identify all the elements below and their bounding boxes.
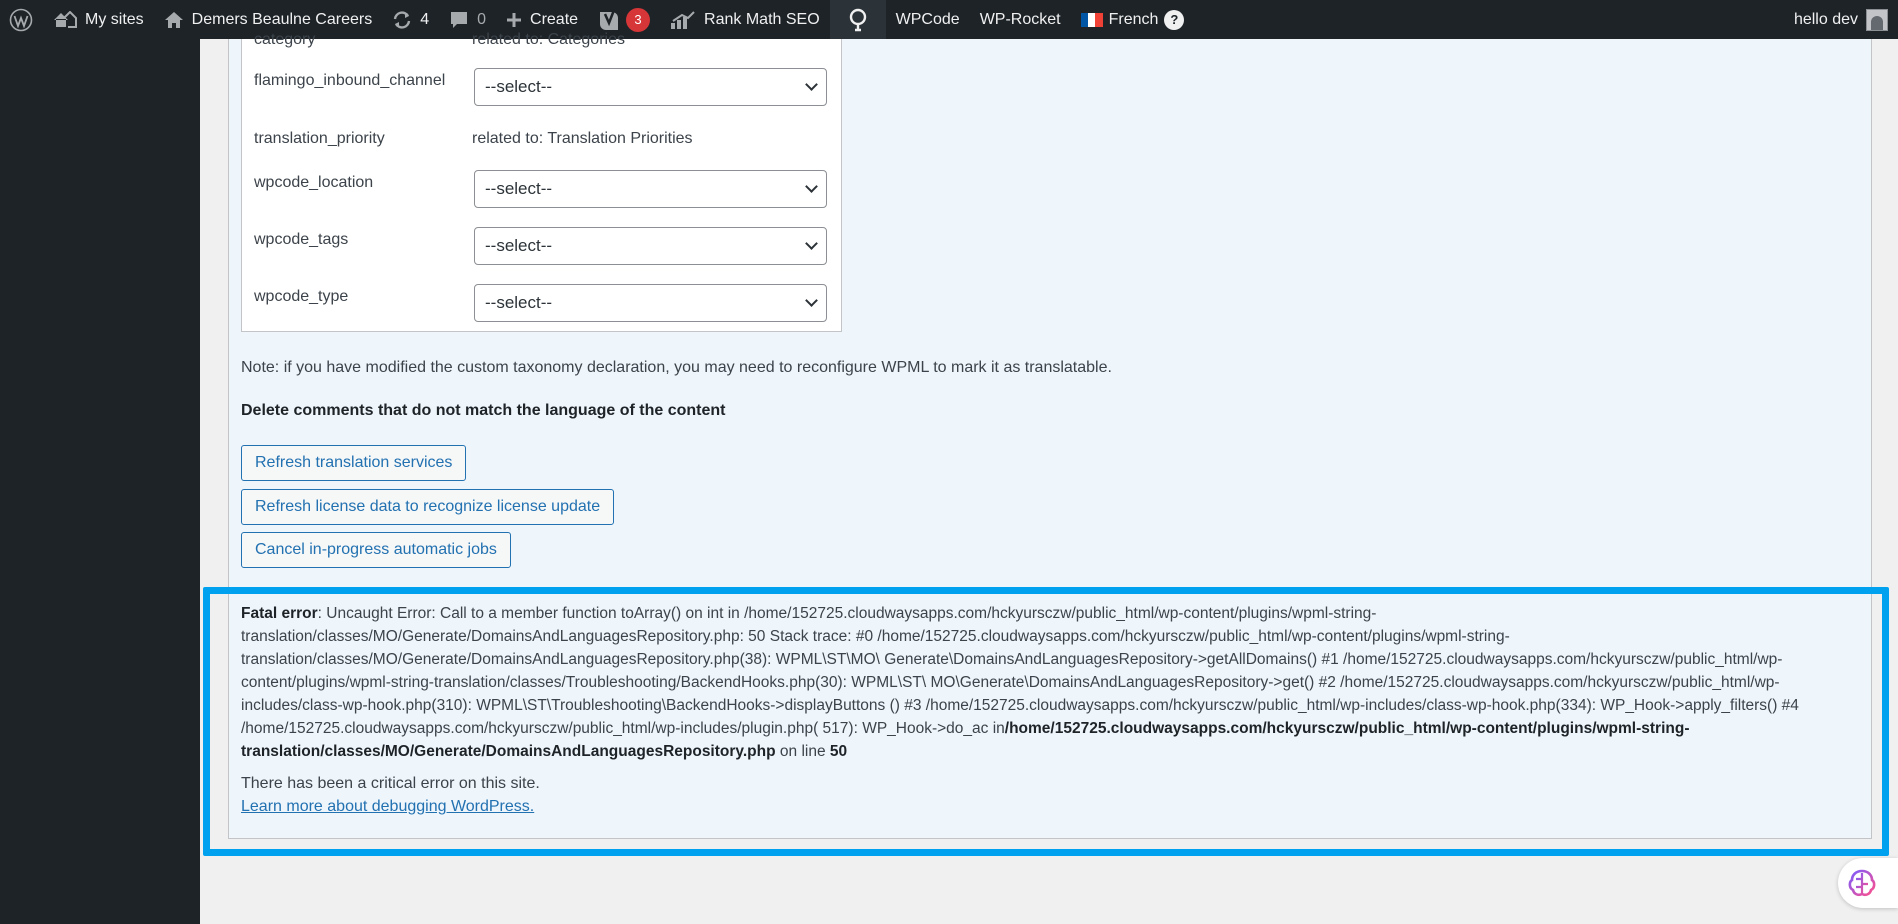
fatal-error-online: on line: [775, 743, 830, 760]
language-switcher[interactable]: French ?: [1071, 0, 1195, 39]
taxonomy-label-wpcode-type: wpcode_type: [254, 288, 349, 305]
main-content: category related to: Categories flamingo…: [200, 31, 1898, 924]
wpcode-type-select[interactable]: --select--: [474, 284, 827, 322]
select-value: --select--: [485, 77, 553, 96]
my-sites-icon: [53, 10, 77, 29]
plus-icon: [506, 12, 522, 28]
account-menu[interactable]: hello dev: [1784, 0, 1898, 39]
taxonomy-list: category related to: Categories flamingo…: [241, 31, 842, 332]
chevron-down-icon: [805, 78, 818, 91]
french-flag-icon: [1080, 12, 1103, 27]
rank-math-icon: [670, 10, 696, 30]
assistant-launcher[interactable]: [1838, 858, 1898, 908]
brain-assistant-icon: [1846, 867, 1878, 899]
wordpress-logo-icon: [9, 8, 33, 32]
critical-error-text: There has been a critical error on this …: [241, 775, 540, 792]
wpml-menu[interactable]: [829, 0, 886, 39]
taxonomy-label-wpcode-location: wpcode_location: [254, 174, 374, 191]
learn-more-debugging-link[interactable]: Learn more about debugging WordPress.: [241, 798, 534, 815]
taxonomy-label-flamingo: flamingo_inbound_channel: [254, 72, 446, 89]
refresh-license-button[interactable]: Refresh license data to recognize licens…: [241, 489, 615, 525]
home-icon: [164, 11, 184, 29]
wpml-icon: [847, 8, 869, 32]
my-sites-label: My sites: [85, 10, 144, 28]
select-value: --select--: [485, 293, 553, 312]
select-value: --select--: [485, 236, 553, 255]
fatal-error-message: Fatal error: Uncaught Error: Call to a m…: [241, 602, 1861, 763]
taxonomy-value-translation-priority: related to: Translation Priorities: [472, 130, 693, 147]
updates-icon: [392, 10, 412, 30]
admin-sidebar: [0, 39, 200, 924]
wp-rocket-menu[interactable]: WP-Rocket: [970, 0, 1071, 39]
wordpress-logo-menu[interactable]: [0, 0, 43, 39]
taxonomy-label-wpcode-tags: wpcode_tags: [254, 231, 349, 248]
cancel-automatic-jobs-button[interactable]: Cancel in-progress automatic jobs: [241, 532, 511, 568]
updates-count: 4: [420, 10, 430, 28]
wpcode-location-select[interactable]: --select--: [474, 170, 827, 208]
fatal-error-text: : Uncaught Error: Call to a member funct…: [241, 605, 1799, 737]
fatal-error-line: 50: [829, 743, 848, 760]
comments-count: 0: [477, 10, 487, 28]
language-label: French: [1108, 10, 1159, 28]
my-sites-menu[interactable]: My sites: [43, 0, 154, 39]
chevron-down-icon: [805, 237, 818, 250]
flamingo-inbound-channel-select[interactable]: --select--: [474, 68, 827, 106]
wpcode-menu[interactable]: WPCode: [886, 0, 970, 39]
select-value: --select--: [485, 179, 553, 198]
rank-math-label: Rank Math SEO: [704, 10, 820, 28]
comment-bubble-icon: [449, 10, 469, 30]
create-label: Create: [530, 10, 579, 28]
wp-rocket-label: WP-Rocket: [979, 10, 1061, 28]
updates-menu[interactable]: 4: [382, 0, 439, 39]
yoast-notification-badge: 3: [626, 7, 651, 32]
chevron-down-icon: [805, 180, 818, 193]
wpcode-tags-select[interactable]: --select--: [474, 227, 827, 265]
rank-math-menu[interactable]: Rank Math SEO: [660, 0, 830, 39]
help-icon[interactable]: ?: [1164, 9, 1185, 30]
critical-error-notice: There has been a critical error on this …: [241, 772, 540, 818]
yoast-icon: [598, 8, 620, 32]
taxonomy-note: Note: if you have modified the custom ta…: [241, 359, 1112, 376]
taxonomy-value-category: related to: Categories: [472, 31, 625, 48]
taxonomy-label-category: category: [254, 31, 316, 48]
avatar: [1866, 8, 1888, 31]
fatal-error-label: Fatal error: [241, 605, 318, 622]
site-name-label: Demers Beaulne Careers: [191, 10, 373, 28]
delete-comments-heading: Delete comments that do not match the la…: [241, 402, 726, 419]
greeting-label: hello dev: [1793, 10, 1858, 28]
chevron-down-icon: [805, 294, 818, 307]
wpcode-label: WPCode: [895, 10, 960, 28]
refresh-translation-services-button[interactable]: Refresh translation services: [241, 445, 467, 481]
taxonomy-label-translation-priority: translation_priority: [254, 130, 385, 147]
